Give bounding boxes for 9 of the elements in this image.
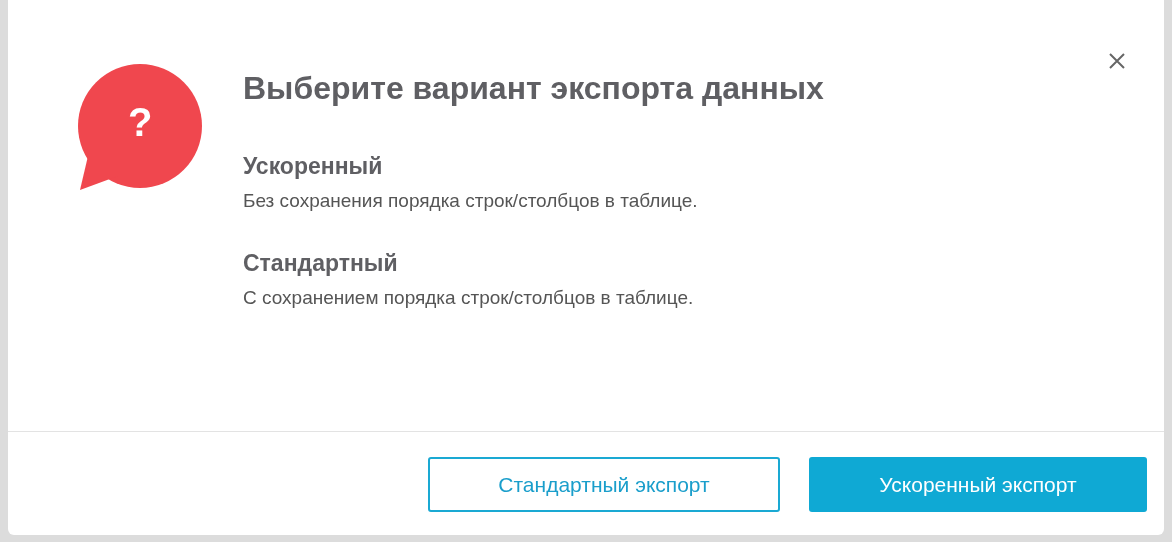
question-mark: ?: [128, 102, 153, 142]
dialog-title: Выберите вариант экспорта данных: [243, 69, 824, 108]
option-description: Без сохранения порядка строк/столбцов в таблице.: [243, 188, 699, 213]
option-description: С сохранением порядка строк/столбцов в таблице.: [243, 286, 695, 310]
close-icon[interactable]: [1108, 52, 1126, 70]
option-heading: Ускоренный: [243, 152, 384, 181]
option-heading: Стандартный: [243, 249, 399, 278]
export-button[interactable]: Ускоренный экспорт: [809, 457, 1147, 512]
export-button[interactable]: Стандартный экспорт: [428, 457, 780, 512]
